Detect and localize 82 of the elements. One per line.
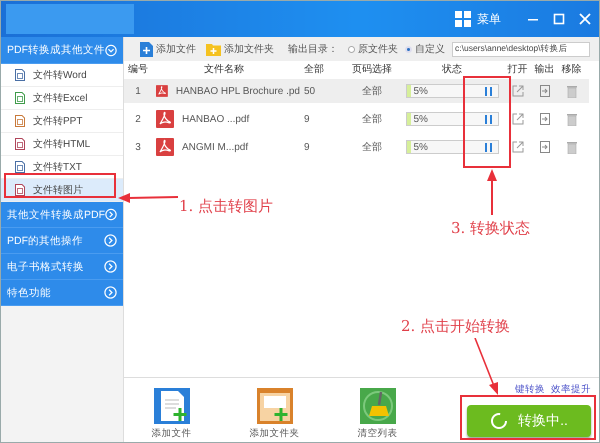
chevron-icon (104, 260, 117, 273)
progress-reading: 5% (412, 142, 428, 152)
table-cell-text: 9 (303, 114, 311, 124)
spinner-icon (490, 412, 508, 430)
column-header: 文件名称 (203, 62, 245, 76)
table-row[interactable]: 2 HANBAO ...pdf 9 全部 5% (124, 107, 599, 131)
maximize-icon[interactable] (553, 13, 565, 25)
pause-icon[interactable] (484, 143, 492, 152)
pdf-icon (156, 82, 168, 100)
open-external-icon[interactable] (512, 113, 524, 125)
table-cell-text: 全部 (361, 84, 383, 98)
column-header: 打开 (506, 62, 528, 76)
table-cell-text: 全部 (361, 140, 383, 154)
table-cell-text: 9 (303, 142, 311, 152)
column-header: 页码选择 (351, 62, 393, 76)
add-folder-icon (206, 42, 221, 56)
open-external-icon[interactable] (512, 85, 524, 97)
table-cell: HANBAO HPL Brochure .pd (176, 86, 300, 96)
progress-reading: 5% (412, 114, 428, 124)
pause-icon[interactable] (484, 115, 492, 124)
chevron-icon (105, 44, 117, 56)
sidebar-section[interactable]: 特色功能 (1, 280, 123, 306)
pdf-icon (156, 110, 174, 128)
clear-action-button[interactable]: 清空列表 (326, 388, 429, 440)
table-cell-text: 全部 (361, 112, 383, 126)
annotation-text: 1. 点击转图片 (179, 197, 274, 216)
sidebar-item[interactable]: 文件转PPT (1, 110, 123, 133)
file-action-button[interactable]: 添加文件 (120, 388, 223, 440)
pdf-icon (156, 138, 174, 156)
link[interactable]: 键转换 (515, 383, 545, 396)
table-row[interactable]: 3 ANGMI M...pdf 9 全部 5% (124, 135, 599, 159)
sidebar-section[interactable]: 其他文件转换成PDF (1, 202, 123, 228)
add-folder-icon (256, 388, 292, 424)
export-icon[interactable] (540, 141, 550, 153)
add-file-icon (154, 388, 190, 424)
trash-icon[interactable] (566, 112, 576, 126)
table-cell-text: 50 (303, 86, 316, 96)
sidebar-item[interactable]: 文件转Word (1, 64, 123, 87)
arrow (118, 193, 178, 203)
table-cell-text: 1 (134, 86, 142, 96)
table-cell: HANBAO ...pdf (182, 114, 250, 124)
column-header: 输出 (534, 62, 556, 76)
output-label: 输出目录： (288, 42, 338, 56)
sidebar-item[interactable]: 文件转Excel (1, 87, 123, 110)
column-header: 状态 (441, 62, 463, 76)
column-header: 移除 (560, 63, 582, 76)
export-icon[interactable] (540, 113, 550, 125)
arrow (487, 169, 497, 215)
add-file-button[interactable]: 添加文件 (140, 42, 196, 56)
add-file-icon (140, 42, 153, 56)
folder-action-button[interactable]: 添加文件夹 (223, 388, 326, 440)
menu-button[interactable]: 菜单 (477, 10, 501, 28)
broom-icon (360, 388, 396, 424)
trash-icon[interactable] (566, 140, 576, 154)
open-external-icon[interactable] (512, 141, 524, 153)
radio-button[interactable]: 原文件夹 (348, 42, 398, 56)
pause-icon[interactable] (484, 87, 492, 96)
column-header: 编号 (127, 62, 149, 76)
add-folder-button[interactable]: 添加文件夹 (206, 42, 274, 56)
progress-reading: 5% (412, 86, 428, 96)
annotation-text: 2. 点击开始转换 (401, 317, 510, 336)
grid-icon[interactable] (455, 11, 471, 27)
annotation-text: 3. 转换状态 (451, 219, 530, 238)
path-field[interactable]: c:\users\anne\desktop\转换后 (452, 42, 590, 56)
link[interactable]: 效率提升 (551, 383, 591, 396)
table-cell-text: 3 (134, 142, 142, 152)
sidebar-section[interactable]: PDF转换成其他文件 (1, 37, 123, 64)
column-header: 全部 (303, 62, 325, 76)
table-cell-text: 2 (134, 114, 142, 124)
chevron-icon (105, 208, 117, 221)
radio-button[interactable]: 自定义 (405, 42, 445, 56)
table-row[interactable]: 1 HANBAO HPL Brochure .pd 50 全部 5% (124, 79, 589, 103)
table-cell: ANGMI M...pdf (182, 142, 248, 152)
sidebar-section[interactable]: 电子书格式转换 (1, 254, 123, 280)
close-icon[interactable] (579, 13, 591, 25)
chevron-icon (104, 286, 117, 299)
export-icon[interactable] (540, 85, 550, 97)
sidebar-section[interactable]: PDF的其他操作 (1, 228, 123, 254)
trash-icon[interactable] (566, 84, 576, 98)
sidebar-item[interactable]: 文件转HTML (1, 133, 123, 156)
arrow (473, 338, 501, 395)
chevron-icon (104, 234, 117, 247)
